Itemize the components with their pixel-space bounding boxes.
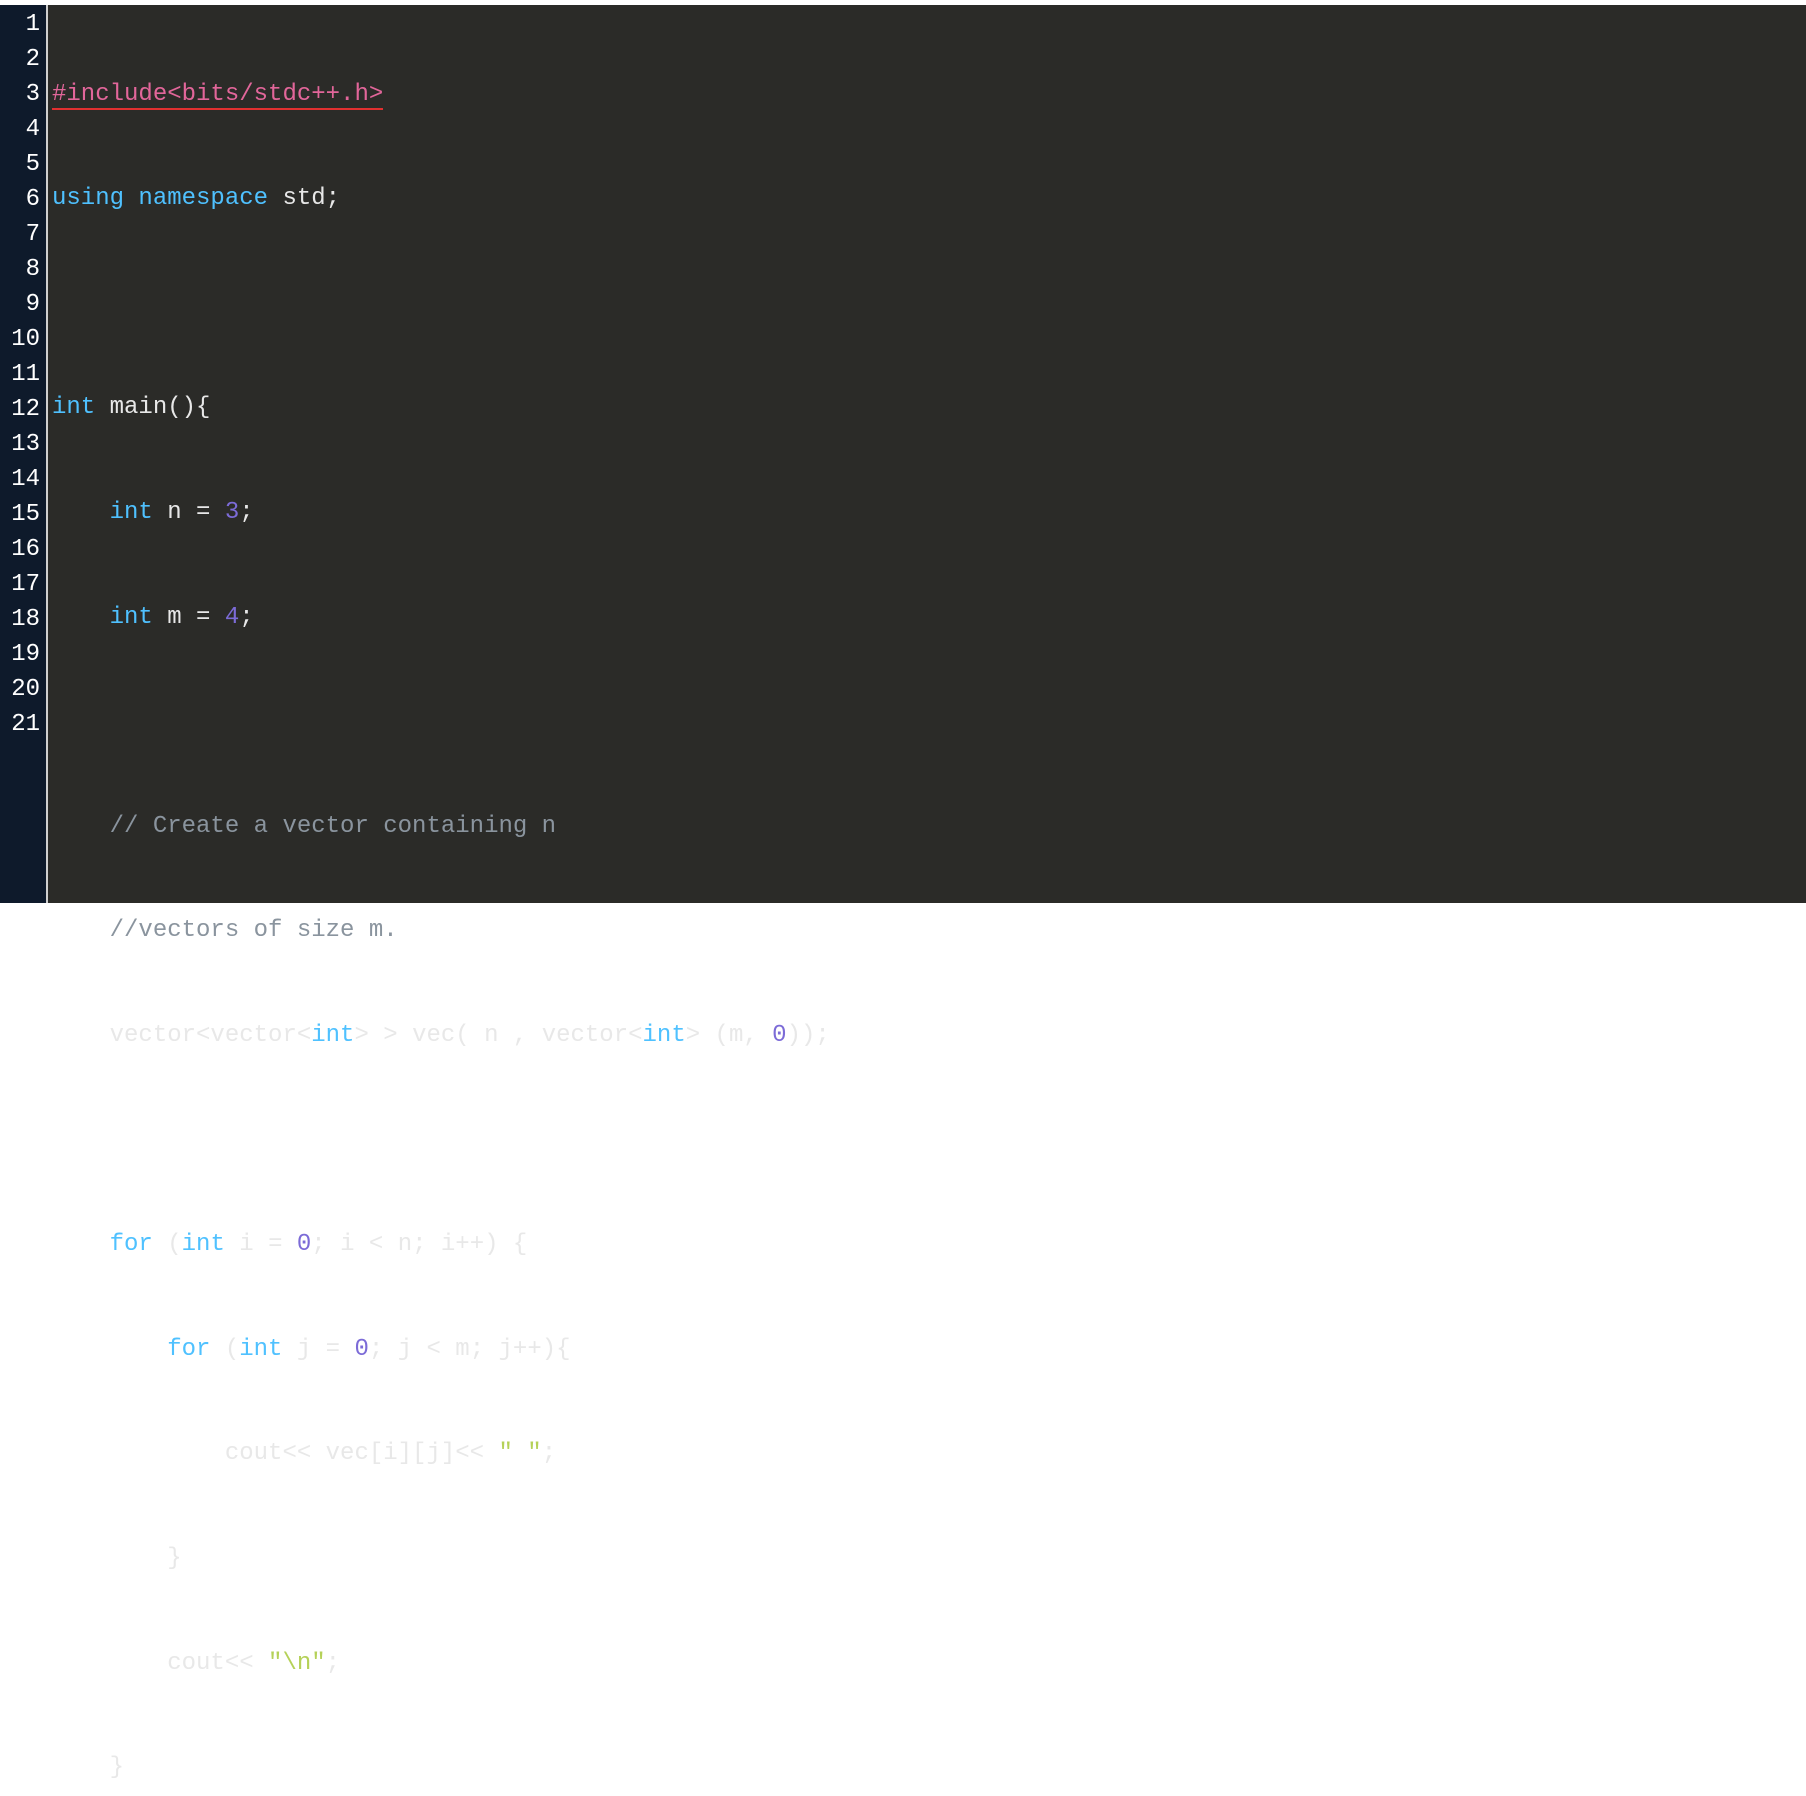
preprocessor-token: #include<bits/stdc++.h> <box>52 81 383 110</box>
line-number: 4 <box>4 112 40 147</box>
number-token: 0 <box>297 1231 311 1258</box>
code-area[interactable]: #include<bits/stdc++.h> using namespace … <box>48 5 1806 903</box>
line-number: 12 <box>4 392 40 427</box>
identifier-token: i = <box>225 1231 297 1258</box>
punct-token: (){ <box>167 394 210 421</box>
line-number: 2 <box>4 42 40 77</box>
type-token: int <box>110 604 153 631</box>
identifier-token: cout<< vec[i][j]<< <box>52 1440 498 1467</box>
function-token: main <box>110 394 168 421</box>
identifier-token: vector<vector< <box>52 1022 311 1049</box>
identifier-token: m = <box>153 604 225 631</box>
line-number: 19 <box>4 637 40 672</box>
punct-token: ; <box>542 1440 556 1467</box>
number-token: 0 <box>354 1336 368 1363</box>
keyword-token: using <box>52 185 124 212</box>
code-line[interactable]: } <box>52 1541 1806 1576</box>
identifier-token: j = <box>282 1336 354 1363</box>
line-number: 14 <box>4 462 40 497</box>
punct-token: ; <box>326 1650 340 1677</box>
line-number: 7 <box>4 217 40 252</box>
punct-token: )); <box>787 1022 830 1049</box>
code-line[interactable]: vector<vector<int> > vec( n , vector<int… <box>52 1018 1806 1053</box>
punct-token: ; <box>239 499 253 526</box>
code-line[interactable]: int main(){ <box>52 390 1806 425</box>
punct-token: ( <box>210 1336 239 1363</box>
punct-token: ( <box>153 1231 182 1258</box>
line-number: 1 <box>4 7 40 42</box>
code-line[interactable]: // Create a vector containing n <box>52 809 1806 844</box>
code-line[interactable]: cout<< "\n"; <box>52 1646 1806 1681</box>
type-token: int <box>239 1336 282 1363</box>
identifier-token: std; <box>268 185 340 212</box>
code-line[interactable]: int m = 4; <box>52 600 1806 635</box>
type-token: int <box>182 1231 225 1258</box>
type-token: int <box>643 1022 686 1049</box>
identifier-token: > > vec( n , vector< <box>354 1022 642 1049</box>
number-token: 0 <box>772 1022 786 1049</box>
keyword-token: namespace <box>138 185 268 212</box>
code-line[interactable]: #include<bits/stdc++.h> <box>52 77 1806 112</box>
type-token: int <box>110 499 153 526</box>
code-line[interactable] <box>52 286 1806 321</box>
comment-token: // Create a vector containing n <box>110 813 556 840</box>
line-number: 13 <box>4 427 40 462</box>
punct-token: ; <box>239 604 253 631</box>
line-number: 18 <box>4 602 40 637</box>
line-number-gutter: 1 2 3 4 5 6 7 8 9 10 11 12 13 14 15 16 1… <box>0 5 48 903</box>
code-line[interactable]: int n = 3; <box>52 495 1806 530</box>
line-number: 15 <box>4 497 40 532</box>
line-number: 6 <box>4 182 40 217</box>
number-token: 4 <box>225 604 239 631</box>
line-number: 5 <box>4 147 40 182</box>
code-line[interactable]: } <box>52 1750 1806 1785</box>
string-token: " " <box>498 1440 541 1467</box>
code-editor[interactable]: 1 2 3 4 5 6 7 8 9 10 11 12 13 14 15 16 1… <box>0 5 1806 903</box>
code-line[interactable]: using namespace std; <box>52 181 1806 216</box>
code-line[interactable]: for (int j = 0; j < m; j++){ <box>52 1332 1806 1367</box>
line-number: 20 <box>4 672 40 707</box>
code-line[interactable] <box>52 1123 1806 1158</box>
line-number: 10 <box>4 322 40 357</box>
line-number: 11 <box>4 357 40 392</box>
line-number: 16 <box>4 532 40 567</box>
punct-token: ; i < n; i++) { <box>311 1231 527 1258</box>
keyword-token: for <box>167 1336 210 1363</box>
punct-token: } <box>52 1754 124 1781</box>
type-token: int <box>311 1022 354 1049</box>
identifier-token: n = <box>153 499 225 526</box>
line-number: 9 <box>4 287 40 322</box>
type-token: int <box>52 394 95 421</box>
line-number: 3 <box>4 77 40 112</box>
code-line[interactable]: for (int i = 0; i < n; i++) { <box>52 1227 1806 1262</box>
number-token: 3 <box>225 499 239 526</box>
punct-token: } <box>52 1545 182 1572</box>
line-number: 21 <box>4 707 40 742</box>
identifier-token: > (m, <box>686 1022 772 1049</box>
comment-token: //vectors of size m. <box>110 917 398 944</box>
code-line[interactable] <box>52 704 1806 739</box>
punct-token: ; j < m; j++){ <box>369 1336 571 1363</box>
string-token: "\n" <box>268 1650 326 1677</box>
identifier-token: cout<< <box>52 1650 268 1677</box>
keyword-token: for <box>110 1231 153 1258</box>
code-line[interactable]: //vectors of size m. <box>52 913 1806 948</box>
line-number: 8 <box>4 252 40 287</box>
code-line[interactable]: cout<< vec[i][j]<< " "; <box>52 1436 1806 1471</box>
line-number: 17 <box>4 567 40 602</box>
